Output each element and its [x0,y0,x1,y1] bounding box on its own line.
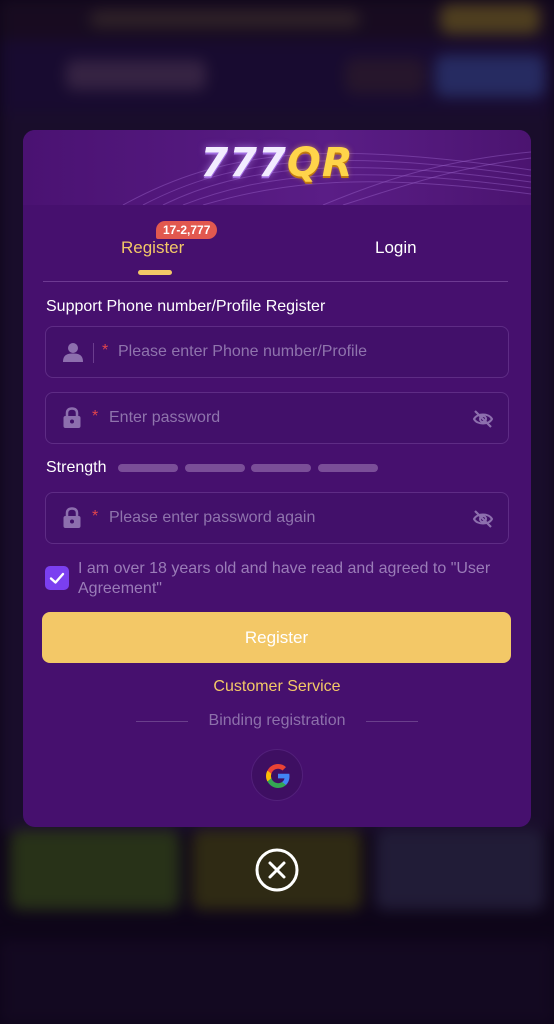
password-placeholder: Enter password [109,409,221,426]
google-login-button[interactable] [251,749,303,801]
section-title: Support Phone number/Profile Register [46,298,326,315]
active-tab-indicator [138,270,172,275]
divider-line [366,721,418,722]
binding-registration-label: Binding registration [208,712,346,729]
strength-bar-segment [318,464,378,472]
register-modal: 777QR 17-2,777 Register Login Support Ph… [23,130,531,827]
phone-placeholder: Please enter Phone number/Profile [118,343,368,360]
auth-tabs: 17-2,777 Register Login [43,220,508,282]
eye-off-icon[interactable] [472,408,494,435]
confirm-password-field[interactable]: * Please enter password again [45,492,509,544]
close-icon [255,848,299,892]
modal-header: 777QR [23,130,531,205]
tab-login[interactable]: Login [375,238,417,258]
strength-bar-segment [251,464,311,472]
required-mark: * [102,342,109,359]
strength-bar-segment [118,464,178,472]
brand-logo: 777QR [23,140,531,186]
eye-off-icon[interactable] [472,508,494,535]
logo-letters: QR [286,140,354,186]
user-icon [62,341,84,368]
customer-service-link[interactable]: Customer Service [23,678,531,696]
register-bonus-badge: 17-2,777 [156,221,218,239]
lock-icon [62,407,82,434]
required-mark: * [92,408,99,425]
google-icon [266,764,290,788]
tab-register[interactable]: Register [121,238,184,258]
agreement-text[interactable]: I am over 18 years old and have read and… [78,559,498,599]
logo-digits: 777 [200,140,287,186]
phone-field[interactable]: * Please enter Phone number/Profile [45,326,509,378]
strength-label: Strength [46,459,107,476]
required-mark: * [92,508,99,525]
strength-bar-segment [185,464,245,472]
lock-icon [62,507,82,534]
password-field[interactable]: * Enter password [45,392,509,444]
close-modal-button[interactable] [254,847,300,893]
field-separator [93,343,94,363]
agreement-checkbox[interactable] [45,566,69,590]
confirm-password-placeholder: Please enter password again [109,509,316,526]
check-icon [49,572,65,584]
register-button[interactable]: Register [42,612,511,663]
